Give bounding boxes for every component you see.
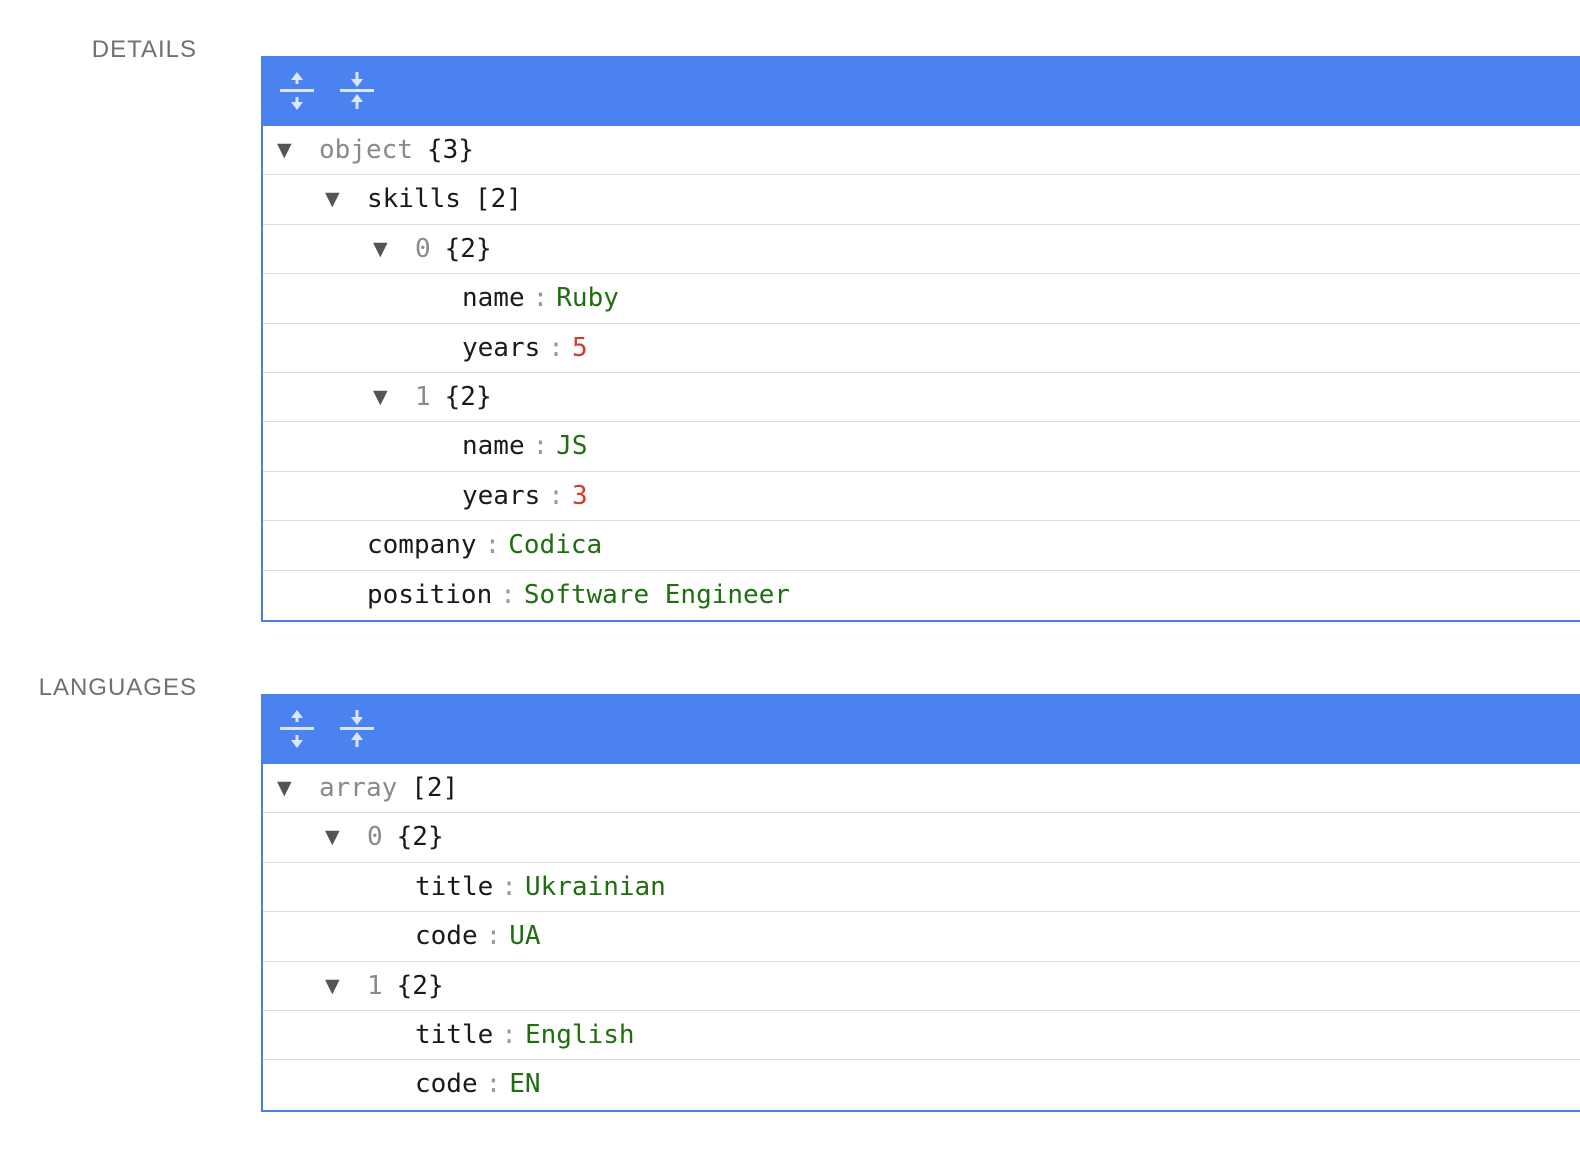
separator: :	[532, 431, 549, 462]
languages-toolbar	[263, 694, 1580, 764]
node-count: [2]	[411, 773, 459, 803]
node-index: 0	[415, 233, 431, 264]
caret-down-icon[interactable]: ▼	[325, 813, 340, 861]
tree-row-skill-0-years: years:5	[263, 324, 1580, 373]
key-value-pair: code: UA	[415, 912, 541, 960]
details-section-label: DETAILS	[91, 36, 197, 63]
node-label: 1 {2}	[367, 962, 444, 1010]
tree-row-lang-0[interactable]: ▼ 0 {2}	[263, 813, 1580, 863]
caret-down-icon[interactable]: ▼	[325, 175, 340, 223]
tree-row-skill-0[interactable]: ▼ 0 {2}	[263, 225, 1580, 275]
tree-row-root[interactable]: ▼ object {3}	[263, 126, 1580, 176]
key-value-pair: name: JS	[462, 422, 588, 470]
expand-all-icon[interactable]	[280, 708, 314, 750]
separator: :	[501, 1019, 517, 1050]
key-value-pair: code: EN	[415, 1060, 541, 1108]
separator: :	[485, 1069, 502, 1100]
separator: :	[548, 332, 564, 363]
tree-row-company: company: Codica	[263, 521, 1580, 571]
node-label: object {3}	[319, 126, 474, 174]
tree-row-root[interactable]: ▼ array [2]	[263, 764, 1580, 814]
node-count: {2}	[444, 233, 492, 264]
tree-row-skill-1-name: name: JS	[263, 422, 1580, 472]
node-key: skills	[367, 184, 461, 215]
root-type: array	[319, 773, 398, 803]
string-value: Codica	[508, 530, 603, 561]
key-value-pair: company: Codica	[367, 521, 602, 569]
tree-row-lang-0-code: code: UA	[263, 912, 1580, 962]
details-toolbar	[263, 56, 1580, 126]
tree-row-lang-0-title: title: Ukrainian	[263, 863, 1580, 913]
node-label: skills [2]	[367, 175, 522, 223]
node-key: years	[462, 332, 541, 363]
tree-row-skill-1-years: years:3	[263, 472, 1580, 522]
caret-down-icon[interactable]: ▼	[325, 962, 340, 1010]
number-value: 5	[571, 332, 588, 363]
tree-row-lang-1[interactable]: ▼ 1 {2}	[263, 962, 1580, 1011]
node-key: years	[462, 480, 541, 511]
separator: :	[532, 283, 549, 314]
string-value: Ruby	[556, 283, 619, 314]
node-key: name	[462, 431, 525, 462]
root-type: object	[319, 135, 413, 165]
node-label: 0 {2}	[415, 225, 492, 273]
key-value-pair: years:5	[462, 324, 588, 372]
node-key: code	[415, 921, 478, 952]
caret-down-icon[interactable]: ▼	[373, 225, 388, 273]
string-value: Software Engineer	[523, 579, 790, 610]
node-key: position	[367, 579, 493, 610]
key-value-pair: title: English	[415, 1011, 635, 1059]
node-label: 1 {2}	[415, 373, 492, 421]
node-label: 0 {2}	[367, 813, 444, 861]
tree-row-skills[interactable]: ▼ skills [2]	[263, 175, 1580, 225]
collapse-all-icon[interactable]	[340, 708, 374, 750]
string-value: Ukrainian	[524, 871, 666, 902]
separator: :	[485, 921, 502, 952]
node-key: title	[415, 1019, 494, 1050]
node-count: {2}	[396, 822, 444, 853]
tree-row-lang-1-title: title: English	[263, 1011, 1580, 1061]
node-count: {2}	[444, 381, 492, 412]
separator: :	[548, 480, 564, 511]
details-json-viewer: ▼ object {3} ▼ skills [2] ▼ 0 {2} name: Ruby…	[261, 56, 1580, 622]
separator: :	[500, 579, 516, 610]
key-value-pair: title: Ukrainian	[415, 863, 666, 911]
languages-json-viewer: ▼ array [2] ▼ 0 {2} title: Ukrainian code: U…	[261, 694, 1580, 1112]
node-label: array [2]	[319, 764, 458, 812]
node-key: code	[415, 1069, 478, 1100]
string-value: EN	[509, 1069, 541, 1100]
node-key: company	[367, 530, 477, 561]
string-value: JS	[556, 431, 588, 462]
languages-section-label: LANGUAGES	[38, 674, 197, 701]
key-value-pair: years:3	[462, 472, 588, 520]
collapse-all-icon[interactable]	[340, 70, 374, 112]
tree-row-lang-1-code: code: EN	[263, 1060, 1580, 1109]
number-value: 3	[571, 480, 588, 511]
node-count: {3}	[426, 135, 474, 165]
node-key: name	[462, 283, 525, 314]
node-count: {2}	[396, 970, 444, 1001]
node-key: title	[415, 871, 494, 902]
node-index: 0	[367, 822, 383, 853]
caret-down-icon[interactable]: ▼	[277, 126, 292, 174]
tree-row-skill-0-name: name: Ruby	[263, 274, 1580, 324]
node-count: [2]	[474, 184, 522, 215]
node-index: 1	[367, 970, 383, 1001]
key-value-pair: position: Software Engineer	[367, 571, 790, 619]
tree-row-position: position: Software Engineer	[263, 571, 1580, 620]
caret-down-icon[interactable]: ▼	[373, 373, 388, 421]
string-value: English	[524, 1019, 635, 1050]
separator: :	[501, 871, 517, 902]
caret-down-icon[interactable]: ▼	[277, 764, 292, 812]
string-value: UA	[509, 921, 541, 952]
expand-all-icon[interactable]	[280, 70, 314, 112]
node-index: 1	[415, 381, 431, 412]
key-value-pair: name: Ruby	[462, 274, 619, 322]
separator: :	[484, 530, 501, 561]
tree-row-skill-1[interactable]: ▼ 1 {2}	[263, 373, 1580, 423]
